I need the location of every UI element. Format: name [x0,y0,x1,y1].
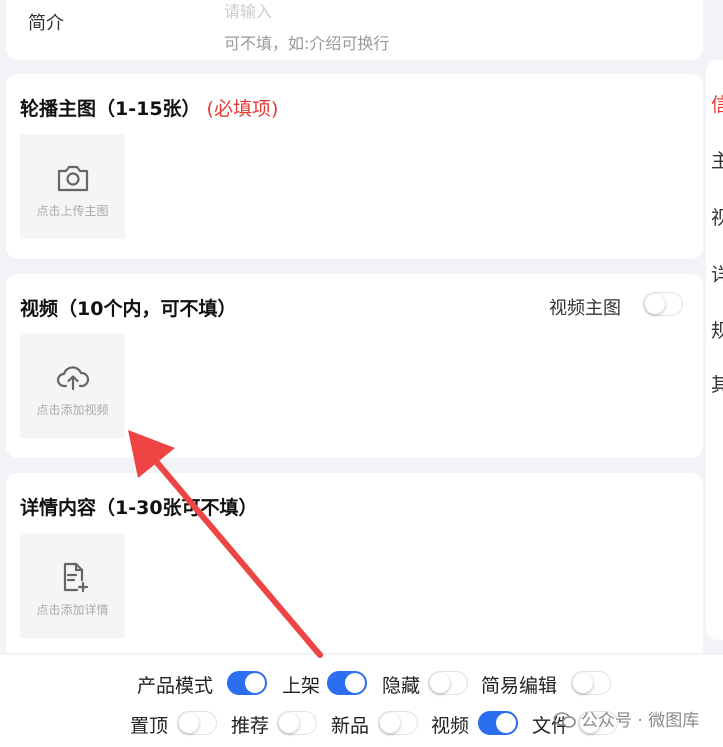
right-panel-char: 其 [711,374,723,396]
camera-icon [57,165,89,192]
option-video-label: 视频 [431,715,470,737]
option-on-shelf-switch[interactable] [327,671,367,695]
add-details-label: 点击添加详情 [36,603,109,617]
intro-input[interactable]: 请输入 [224,0,272,22]
details-card: 详情内容（1-30张可不填） 点击添加详情 [6,473,703,653]
required-marker: (必填项) [206,98,279,120]
intro-label: 简介 [28,13,64,34]
intro-card: 简介 请输入 可不填，如:介绍可换行 [6,0,703,60]
option-new-label: 新品 [331,715,370,737]
option-recommend-label: 推荐 [231,715,270,737]
option-new-switch[interactable] [378,711,418,735]
video-card: 视频（10个内，可不填） 视频主图 点击添加视频 [6,274,703,458]
option-product-mode-label: 产品模式 [137,675,214,697]
option-pin-top-label: 置顶 [130,715,169,737]
add-video-label: 点击添加视频 [36,403,109,417]
option-video-switch[interactable] [478,711,518,735]
watermark-text: 公众号 · 微图库 [581,711,700,731]
upload-main-image-label: 点击上传主图 [36,204,109,218]
option-product-mode-switch[interactable] [227,671,267,695]
option-hidden-switch[interactable] [428,671,468,695]
add-details-button[interactable]: 点击添加详情 [20,533,125,638]
option-simple-edit-switch[interactable] [571,671,611,695]
wechat-icon [553,712,576,728]
video-cover-label: 视频主图 [549,298,621,319]
video-title: 视频（10个内，可不填） [20,298,237,320]
option-recommend-switch[interactable] [277,711,317,735]
option-simple-edit-label: 简易编辑 [481,675,558,697]
add-video-button[interactable]: 点击添加视频 [20,333,125,438]
right-panel-char: 详 [711,264,723,286]
right-panel-char: 视 [711,207,723,229]
carousel-card: 轮播主图（1-15张） (必填项) 点击上传主图 [6,74,703,259]
option-on-shelf-label: 上架 [282,675,321,697]
watermark: 公众号 · 微图库 [553,706,699,731]
upload-main-image-button[interactable]: 点击上传主图 [20,134,125,239]
file-add-icon [63,562,89,593]
right-panel-char: 规 [711,320,723,342]
right-panel-char: 信 [711,94,723,116]
carousel-title-text: 轮播主图（1-15张） [20,98,201,120]
carousel-title: 轮播主图（1-15张） (必填项) [20,94,278,121]
right-panel-char: 主 [711,150,723,172]
option-hidden-label: 隐藏 [382,675,421,697]
details-title: 详情内容（1-30张可不填） [20,497,258,519]
option-pin-top-switch[interactable] [177,711,217,735]
video-cover-switch[interactable] [643,292,683,316]
intro-hint: 可不填，如:介绍可换行 [224,34,390,53]
cloud-upload-icon [56,366,90,391]
